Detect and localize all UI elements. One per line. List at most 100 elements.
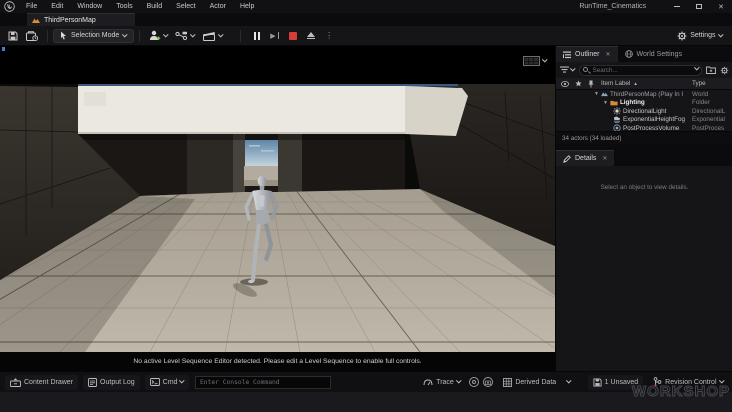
- stop-icon: [289, 31, 298, 40]
- menu-help[interactable]: Help: [233, 0, 261, 13]
- settings-label: Settings: [690, 32, 716, 39]
- level-icon: [32, 18, 40, 23]
- menu-tools[interactable]: Tools: [109, 0, 139, 13]
- frame-skip-icon: ▶: [270, 32, 276, 40]
- outliner-row-height-fog[interactable]: ExponentialHeightFog Exponential: [556, 116, 732, 125]
- tab-world-settings[interactable]: World Settings: [618, 46, 689, 62]
- save-button[interactable]: [4, 29, 22, 43]
- tab-details-label: Details: [575, 155, 597, 162]
- asset-tab-strip: ThirdPersonMap: [0, 13, 732, 26]
- status-bar: Content Drawer Output Log Cmd Trace: [0, 371, 732, 392]
- save-icon: [593, 377, 602, 387]
- trace-dropdown[interactable]: Trace: [418, 375, 465, 390]
- row-type: DirectionalL: [692, 107, 726, 115]
- menu-file[interactable]: File: [19, 0, 44, 13]
- content-drawer-button[interactable]: Content Drawer: [5, 374, 79, 390]
- gear-icon: [677, 31, 687, 40]
- menu-edit[interactable]: Edit: [44, 0, 70, 13]
- globe-icon: [624, 50, 633, 58]
- details-empty-message: Select an object to view details.: [600, 184, 689, 191]
- outliner-row-post-process[interactable]: PostProcessVolume PostProces: [556, 124, 732, 131]
- content-browser-button[interactable]: [22, 29, 42, 43]
- derived-data-icon: [503, 377, 513, 387]
- toolbar-separator: [47, 29, 48, 42]
- world-icon: [601, 92, 608, 97]
- tab-outliner[interactable]: Outliner ✕: [556, 46, 618, 62]
- outliner-footer: 34 actors (34 loaded): [556, 131, 732, 144]
- console-command-input[interactable]: [194, 375, 331, 389]
- chevron-down-icon: [717, 31, 723, 37]
- add-actor-dropdown[interactable]: [145, 28, 172, 43]
- level-tab[interactable]: ThirdPersonMap: [27, 13, 135, 26]
- console-icon: [149, 378, 160, 386]
- window-controls: ✕: [666, 0, 732, 13]
- menu-build[interactable]: Build: [140, 0, 170, 13]
- column-type-label[interactable]: Type: [692, 80, 706, 87]
- expander-icon[interactable]: ▼: [594, 91, 599, 97]
- viewport-aspect-widget[interactable]: [522, 56, 547, 66]
- eye-icon[interactable]: [561, 80, 569, 87]
- menu-actor[interactable]: Actor: [203, 0, 233, 13]
- outliner-row-lighting[interactable]: ▼ Lighting Folder: [556, 99, 732, 108]
- play-options-button[interactable]: ⋮: [321, 29, 337, 42]
- gear-icon: [720, 66, 729, 74]
- chevron-down-icon: [456, 378, 462, 384]
- trace-icon: [423, 379, 433, 386]
- pause-button[interactable]: [250, 30, 264, 42]
- outliner-search-input[interactable]: [578, 64, 702, 76]
- trace-snapshot-button[interactable]: [469, 377, 480, 387]
- output-log-button[interactable]: Output Log: [83, 374, 140, 390]
- menu-select[interactable]: Select: [169, 0, 202, 13]
- outliner-row-directional-light[interactable]: DirectionalLight DirectionalL: [556, 107, 732, 116]
- outliner-settings-button[interactable]: [720, 66, 729, 75]
- settings-dropdown[interactable]: Settings: [673, 29, 726, 43]
- menu-window[interactable]: Window: [70, 0, 109, 13]
- cinematics-dropdown[interactable]: [199, 29, 227, 43]
- create-folder-button[interactable]: [706, 66, 716, 74]
- cursor-icon: [61, 31, 66, 40]
- chevron-down-icon: [566, 378, 572, 384]
- unreal-editor-window: { "window": { "title": "RunTime_Cinemati…: [0, 0, 732, 412]
- chevron-down-icon: [179, 378, 185, 384]
- chevron-down-icon: [541, 57, 547, 63]
- toolbar-separator: [138, 29, 140, 42]
- star-icon[interactable]: [575, 80, 582, 87]
- outliner-filter-button[interactable]: [560, 66, 576, 74]
- column-item-label[interactable]: Item Label: [601, 80, 630, 87]
- minimize-icon: [674, 6, 680, 7]
- close-button[interactable]: ✕: [710, 0, 732, 13]
- blueprints-dropdown[interactable]: [171, 29, 199, 43]
- outliner-row-world[interactable]: ▼ ThirdPersonMap (Play In I World: [556, 90, 732, 99]
- pin-icon[interactable]: [588, 80, 594, 88]
- pause-icon: [254, 31, 261, 40]
- level-viewport[interactable]: No active Level Sequence Editor detected…: [0, 46, 555, 371]
- outliner-column-header: Item Label ▲ Type: [556, 78, 732, 90]
- minimize-button[interactable]: [666, 0, 688, 13]
- actor-count-text: 34 actors (34 loaded): [562, 134, 622, 142]
- derived-data-dropdown[interactable]: Derived Data: [498, 375, 575, 390]
- camera-icon: [485, 380, 492, 385]
- scene-white-block: [78, 86, 468, 136]
- row-type: Exponential: [692, 116, 725, 124]
- eject-button[interactable]: [303, 30, 319, 42]
- close-icon[interactable]: ✕: [602, 155, 607, 162]
- sort-ascending-icon: ▲: [633, 81, 638, 86]
- sun-icon: [613, 107, 621, 115]
- stop-button[interactable]: [285, 30, 301, 42]
- trace-screenshot-button[interactable]: [483, 377, 494, 387]
- frame-skip-button[interactable]: ▶: [266, 30, 283, 42]
- cmd-dropdown[interactable]: Cmd: [144, 374, 189, 390]
- viewport-cursor-artifact: [2, 47, 5, 51]
- cmd-label: Cmd: [162, 378, 178, 386]
- blueprints-icon: [175, 31, 188, 40]
- tab-details[interactable]: Details ✕: [556, 150, 615, 166]
- close-icon: ✕: [718, 3, 724, 11]
- expander-icon[interactable]: ▼: [603, 100, 608, 106]
- restore-button[interactable]: [688, 0, 710, 13]
- details-panel-body: Select an object to view details.: [556, 166, 732, 371]
- cinematics-icon: [202, 31, 215, 41]
- close-icon[interactable]: ✕: [606, 51, 611, 58]
- window-title: RunTime_Cinematics: [579, 3, 646, 10]
- chevron-down-icon: [218, 31, 223, 37]
- selection-mode-dropdown[interactable]: Selection Mode: [53, 28, 134, 43]
